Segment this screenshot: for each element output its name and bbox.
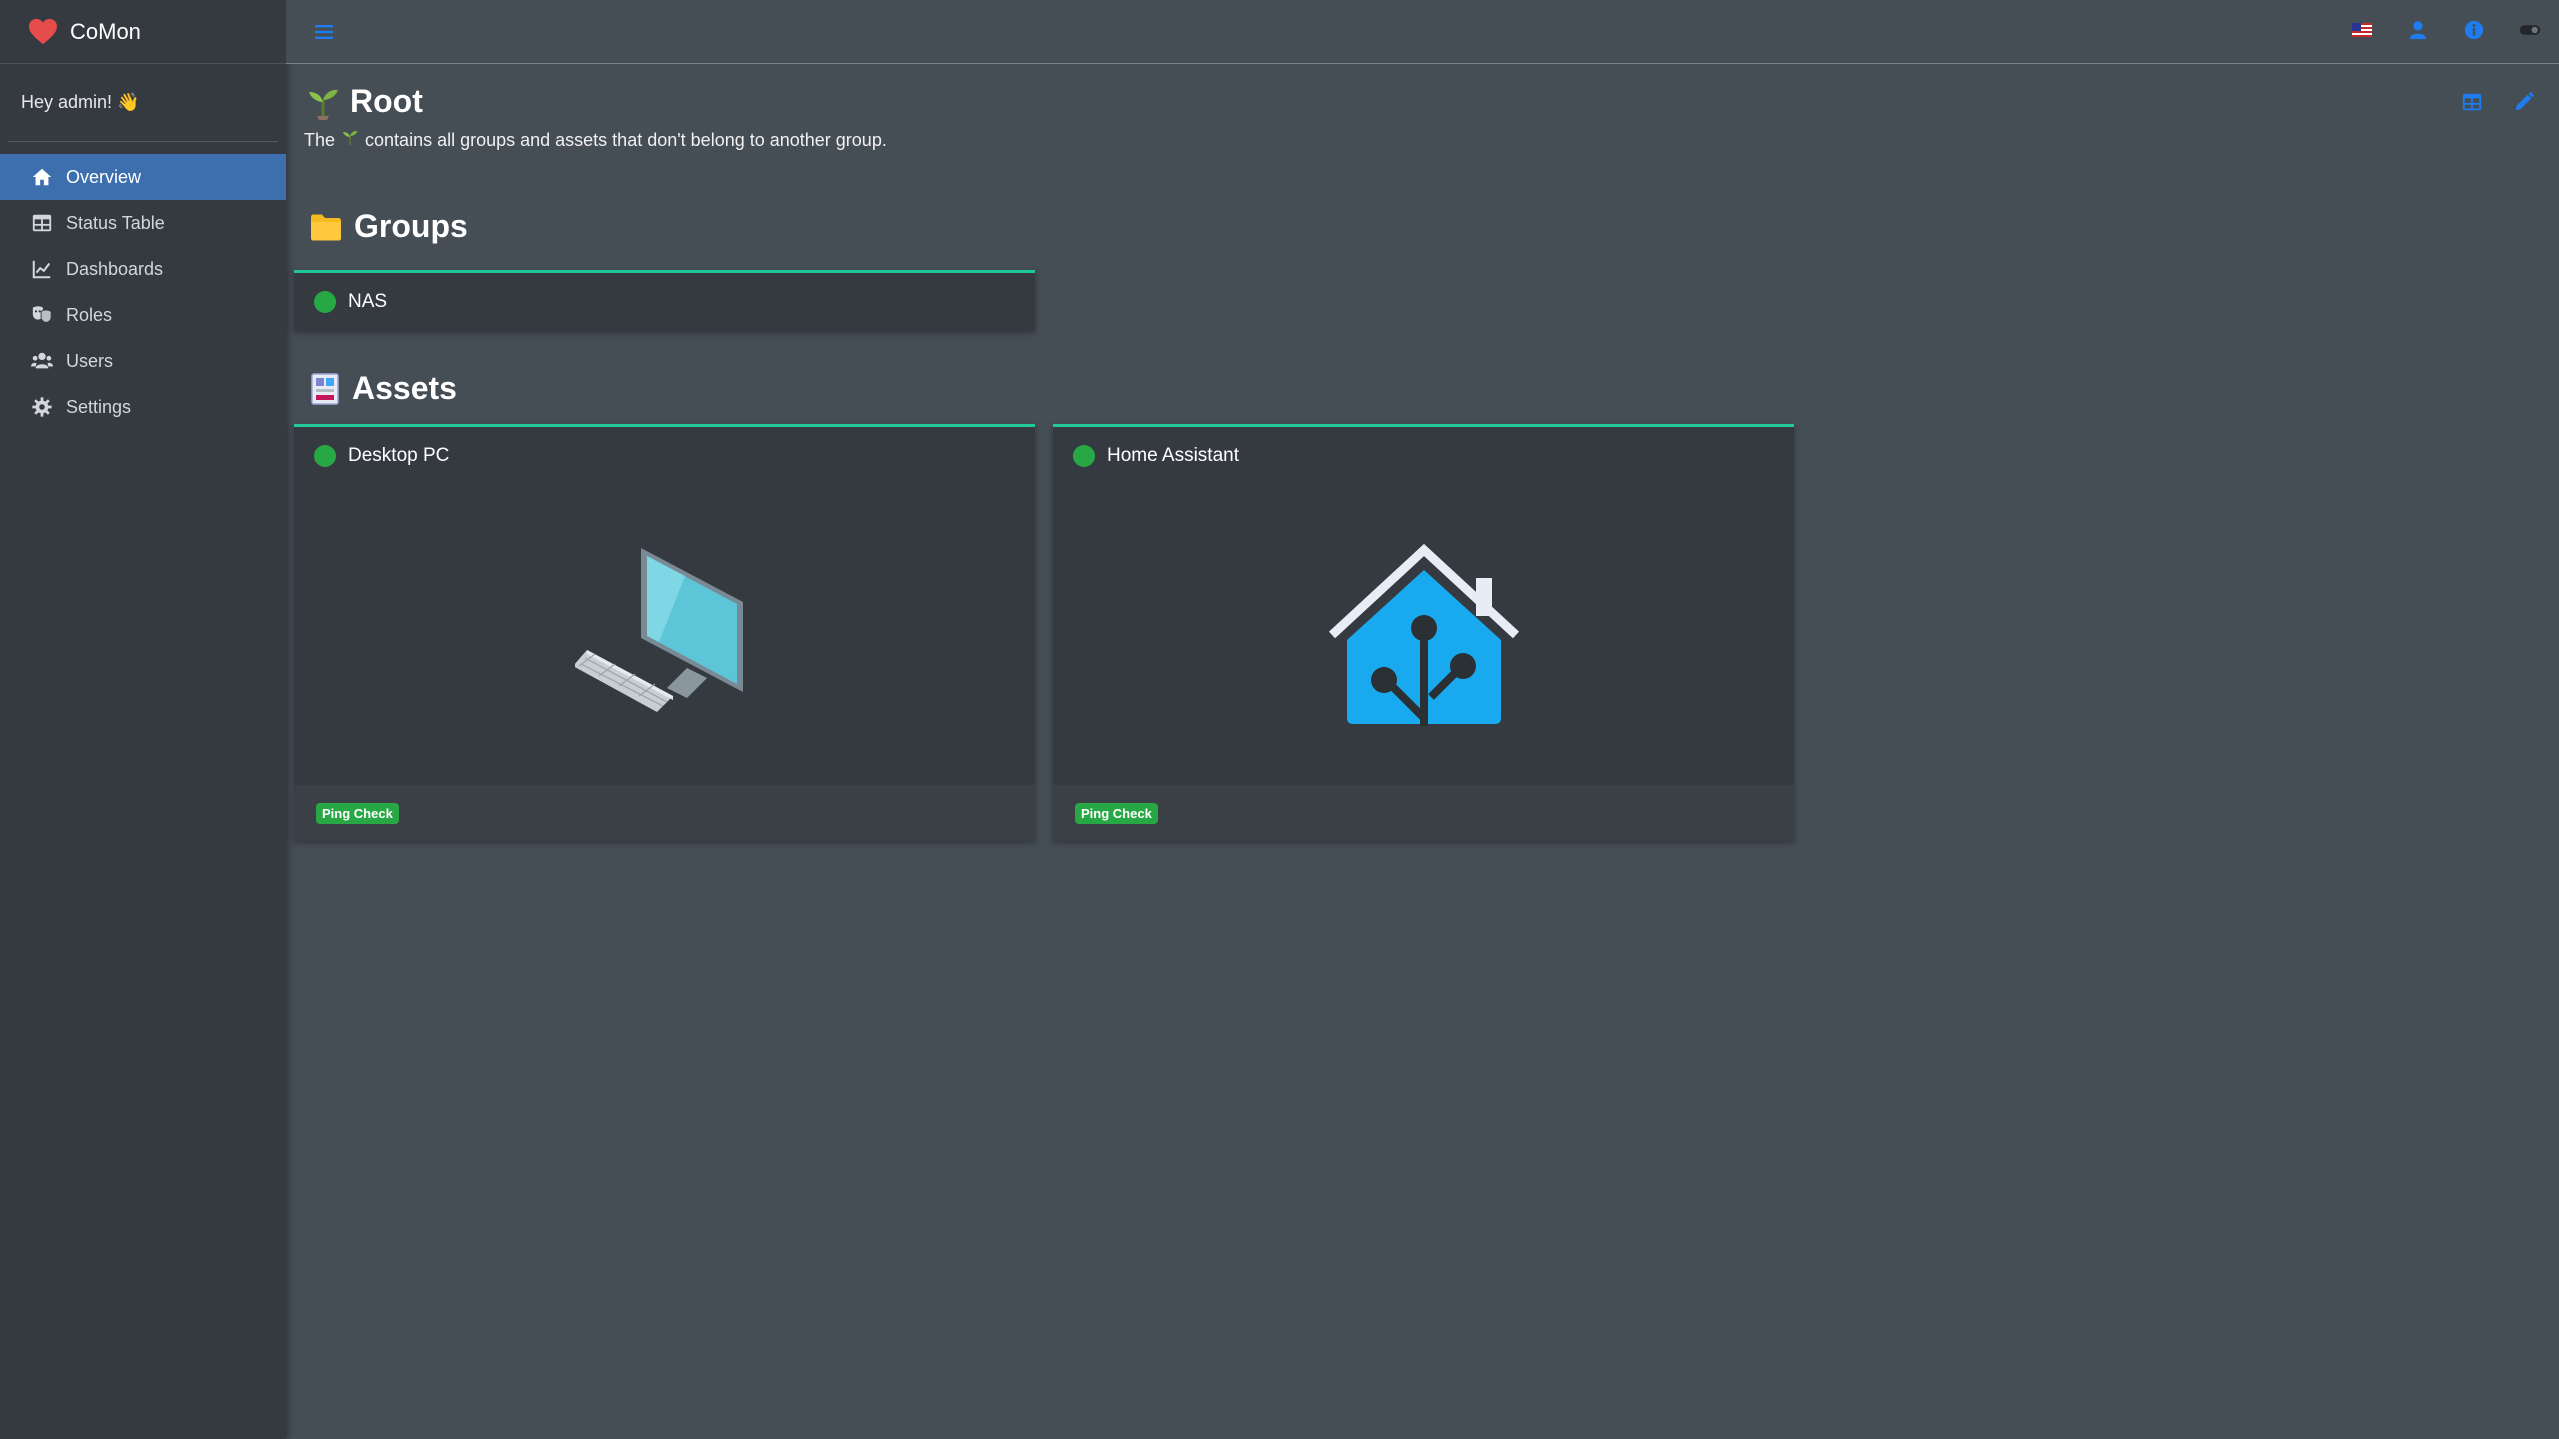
group-card-nas[interactable]: NAS xyxy=(294,270,1035,331)
sidebar: CoMon Hey admin! 👋 Overview Status Table… xyxy=(0,0,286,1439)
check-badge[interactable]: Ping Check xyxy=(1075,802,1158,824)
page-title: Root xyxy=(350,83,423,119)
sidebar-item-label: Status Table xyxy=(66,212,165,233)
gear-icon xyxy=(30,396,54,418)
home-icon xyxy=(30,166,54,188)
group-name: NAS xyxy=(348,291,388,312)
sidebar-item-label: Settings xyxy=(66,396,132,417)
sprout-icon xyxy=(309,89,338,120)
sidebar-item-label: Users xyxy=(66,350,114,371)
card-header: Home Assistant xyxy=(1053,427,1794,485)
sidebar-item-settings[interactable]: Settings xyxy=(0,384,286,430)
edit-pencil-icon[interactable] xyxy=(2513,91,2535,118)
home-assistant-logo xyxy=(1328,543,1519,726)
asset-name: Desktop PC xyxy=(348,445,450,466)
groups-title: Groups xyxy=(354,208,468,244)
asset-box-icon xyxy=(311,372,339,405)
user-icon[interactable] xyxy=(2407,18,2429,42)
page-header: Root xyxy=(306,83,423,120)
status-indicator xyxy=(314,445,336,467)
groups-heading: Groups xyxy=(310,208,468,245)
status-indicator xyxy=(314,291,336,313)
navbar-actions xyxy=(2351,18,2541,42)
status-indicator xyxy=(1073,445,1095,467)
sprout-icon xyxy=(343,130,358,145)
us-flag-icon[interactable] xyxy=(2351,18,2373,42)
folder-icon xyxy=(311,214,341,240)
description-end: contains all groups and assets that don'… xyxy=(365,129,887,150)
users-icon xyxy=(30,350,54,372)
sidebar-item-users[interactable]: Users xyxy=(0,338,286,384)
asset-name: Home Assistant xyxy=(1107,445,1239,466)
sidebar-item-status-table[interactable]: Status Table xyxy=(0,200,286,246)
card-footer: Ping Check xyxy=(1053,785,1794,841)
info-icon[interactable] xyxy=(2463,18,2485,42)
desktop-pc-illustration xyxy=(574,548,743,712)
theme-toggle-icon[interactable] xyxy=(2519,18,2541,42)
card-header: Desktop PC xyxy=(294,427,1035,485)
page-description: The contains all groups and assets that … xyxy=(304,128,887,152)
brand[interactable]: CoMon xyxy=(0,0,286,64)
brand-name: CoMon xyxy=(70,18,141,44)
assets-title: Assets xyxy=(352,370,457,406)
masks-icon xyxy=(30,304,54,326)
table-view-icon[interactable] xyxy=(2461,91,2483,118)
sidebar-item-roles[interactable]: Roles xyxy=(0,292,286,338)
sidebar-item-dashboards[interactable]: Dashboards xyxy=(0,246,286,292)
check-badge[interactable]: Ping Check xyxy=(316,802,399,824)
asset-image xyxy=(1053,485,1794,785)
chart-line-icon xyxy=(30,258,54,280)
table-icon xyxy=(30,212,54,234)
card-header: NAS xyxy=(294,273,1035,331)
sidebar-nav: Overview Status Table Dashboards Roles U… xyxy=(0,154,286,430)
asset-image xyxy=(294,485,1035,785)
assets-heading: Assets xyxy=(310,370,457,407)
sidebar-item-label: Roles xyxy=(66,304,113,325)
top-navbar xyxy=(286,0,2559,64)
main-content: Root The contains all groups and assets … xyxy=(286,65,2559,1439)
menu-icon[interactable] xyxy=(312,20,336,44)
description-start: The xyxy=(304,129,336,150)
asset-card-home-assistant[interactable]: Home Assistant Ping Check xyxy=(1053,424,1794,841)
user-greeting: Hey admin! 👋 xyxy=(8,64,278,142)
heart-icon xyxy=(29,18,57,44)
card-footer: Ping Check xyxy=(294,785,1035,841)
sidebar-item-overview[interactable]: Overview xyxy=(0,154,286,200)
asset-card-desktop-pc[interactable]: Desktop PC Ping Check xyxy=(294,424,1035,841)
sidebar-item-label: Overview xyxy=(66,166,142,187)
sidebar-item-label: Dashboards xyxy=(66,258,164,279)
header-actions xyxy=(2461,91,2535,118)
